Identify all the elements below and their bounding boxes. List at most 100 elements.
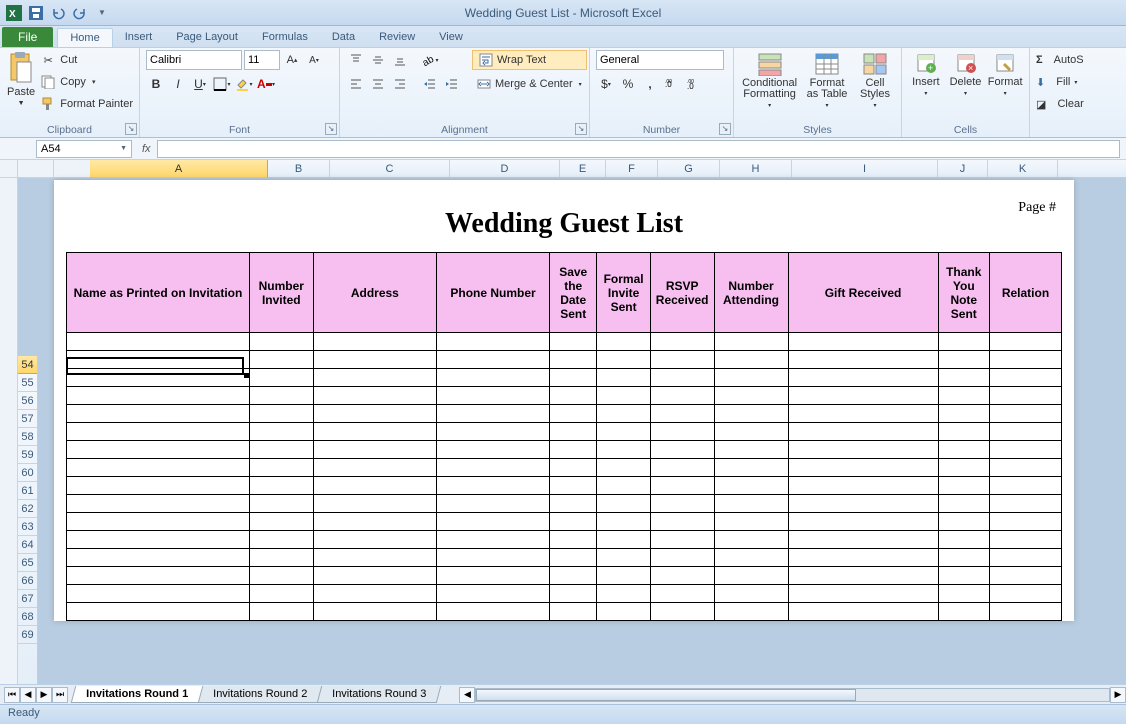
fill-color-button[interactable]: ▾ (234, 74, 254, 94)
italic-button[interactable]: I (168, 74, 188, 94)
table-row[interactable] (67, 351, 1062, 369)
formula-input[interactable] (157, 140, 1120, 158)
fill-handle[interactable] (244, 373, 249, 378)
table-cell[interactable] (437, 423, 550, 441)
tab-formulas[interactable]: Formulas (250, 28, 320, 47)
table-cell[interactable] (550, 351, 597, 369)
table-cell[interactable] (550, 549, 597, 567)
table-cell[interactable] (989, 459, 1061, 477)
delete-cells-button[interactable]: ×Delete▾ (948, 50, 984, 97)
table-cell[interactable] (989, 531, 1061, 549)
table-cell[interactable] (650, 423, 714, 441)
redo-icon[interactable] (70, 3, 90, 23)
table-cell[interactable] (437, 531, 550, 549)
table-cell[interactable] (550, 441, 597, 459)
table-cell[interactable] (313, 477, 436, 495)
table-cell[interactable] (714, 495, 788, 513)
table-header-cell[interactable]: Gift Received (788, 253, 938, 333)
fx-icon[interactable]: fx (142, 143, 151, 155)
table-cell[interactable] (437, 585, 550, 603)
table-row[interactable] (67, 531, 1062, 549)
table-cell[interactable] (67, 513, 250, 531)
decrease-indent-icon[interactable] (420, 74, 440, 94)
sheet-tab[interactable]: Invitations Round 3 (317, 686, 442, 703)
number-format-select[interactable] (596, 50, 724, 70)
table-cell[interactable] (714, 423, 788, 441)
table-header-cell[interactable]: Save the Date Sent (550, 253, 597, 333)
table-cell[interactable] (550, 567, 597, 585)
orientation-icon[interactable]: ab▾ (420, 50, 440, 70)
table-row[interactable] (67, 369, 1062, 387)
table-cell[interactable] (650, 603, 714, 621)
table-cell[interactable] (249, 513, 313, 531)
table-cell[interactable] (597, 531, 650, 549)
table-cell[interactable] (67, 351, 250, 369)
table-cell[interactable] (650, 531, 714, 549)
copy-button[interactable]: Copy▾ (40, 72, 133, 92)
tab-nav-next[interactable]: ▶ (36, 687, 52, 703)
table-cell[interactable] (597, 567, 650, 585)
table-cell[interactable] (989, 405, 1061, 423)
table-cell[interactable] (989, 387, 1061, 405)
table-cell[interactable] (67, 495, 250, 513)
tab-nav-prev[interactable]: ◀ (20, 687, 36, 703)
table-cell[interactable] (938, 567, 989, 585)
table-cell[interactable] (249, 585, 313, 603)
table-cell[interactable] (249, 333, 313, 351)
table-cell[interactable] (714, 351, 788, 369)
table-cell[interactable] (249, 549, 313, 567)
decrease-decimal-icon[interactable]: .00.0 (684, 74, 704, 94)
table-cell[interactable] (550, 369, 597, 387)
clear-button[interactable]: ◪ Clear (1036, 94, 1084, 114)
table-header-cell[interactable]: Relation (989, 253, 1061, 333)
font-name-select[interactable] (146, 50, 242, 70)
table-cell[interactable] (313, 333, 436, 351)
table-cell[interactable] (437, 513, 550, 531)
accounting-button[interactable]: $▾ (596, 74, 616, 94)
table-cell[interactable] (938, 423, 989, 441)
increase-indent-icon[interactable] (442, 74, 462, 94)
table-row[interactable] (67, 423, 1062, 441)
table-cell[interactable] (989, 441, 1061, 459)
table-cell[interactable] (650, 513, 714, 531)
cut-button[interactable]: ✂Cut (40, 50, 133, 70)
table-cell[interactable] (989, 603, 1061, 621)
table-cell[interactable] (788, 423, 938, 441)
table-cell[interactable] (788, 441, 938, 459)
align-right-icon[interactable] (390, 74, 410, 94)
table-cell[interactable] (550, 495, 597, 513)
table-cell[interactable] (989, 477, 1061, 495)
qat-dropdown-icon[interactable]: ▼ (92, 3, 112, 23)
table-cell[interactable] (938, 441, 989, 459)
table-cell[interactable] (989, 333, 1061, 351)
table-cell[interactable] (938, 405, 989, 423)
table-header-cell[interactable]: Name as Printed on Invitation (67, 253, 250, 333)
name-box[interactable]: A54▼ (36, 140, 132, 158)
table-cell[interactable] (550, 603, 597, 621)
number-launcher[interactable]: ↘ (719, 123, 731, 135)
table-cell[interactable] (437, 333, 550, 351)
table-cell[interactable] (650, 351, 714, 369)
tab-nav-last[interactable]: ⏭ (52, 687, 68, 703)
format-cells-button[interactable]: Format▾ (987, 50, 1023, 97)
table-row[interactable] (67, 441, 1062, 459)
guest-list-table[interactable]: Name as Printed on InvitationNumber Invi… (66, 252, 1062, 621)
table-cell[interactable] (249, 369, 313, 387)
table-cell[interactable] (788, 585, 938, 603)
table-cell[interactable] (650, 387, 714, 405)
table-cell[interactable] (249, 423, 313, 441)
table-cell[interactable] (313, 387, 436, 405)
table-row[interactable] (67, 477, 1062, 495)
table-cell[interactable] (597, 423, 650, 441)
table-cell[interactable] (788, 369, 938, 387)
percent-button[interactable]: % (618, 74, 638, 94)
table-cell[interactable] (313, 351, 436, 369)
table-cell[interactable] (67, 441, 250, 459)
table-cell[interactable] (788, 603, 938, 621)
table-cell[interactable] (597, 459, 650, 477)
table-cell[interactable] (938, 351, 989, 369)
table-row[interactable] (67, 567, 1062, 585)
table-cell[interactable] (597, 477, 650, 495)
table-cell[interactable] (437, 387, 550, 405)
table-cell[interactable] (597, 495, 650, 513)
